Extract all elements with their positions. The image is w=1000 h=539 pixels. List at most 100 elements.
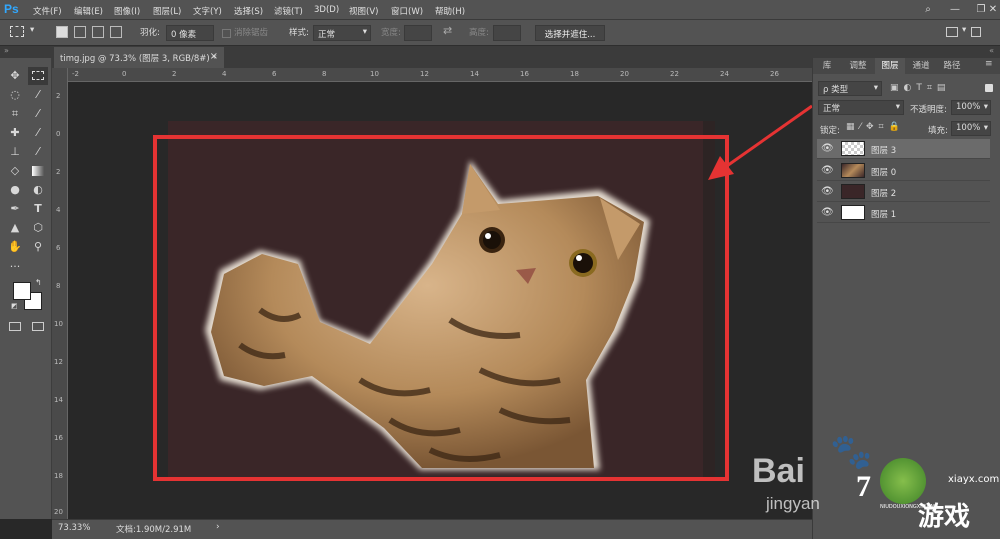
menu-help[interactable]: 帮助(H) (435, 5, 465, 17)
layer-row-1[interactable]: 👁 图层 1 (817, 203, 990, 223)
menu-type[interactable]: 文字(Y) (193, 5, 222, 17)
swap-colors-icon[interactable]: ↰ (35, 278, 42, 287)
share-icon[interactable] (971, 27, 981, 37)
select-and-mask-button[interactable]: 选择并遮住... (535, 25, 605, 41)
move-tool-icon[interactable]: ✥ (5, 67, 25, 85)
blend-mode-value: 正常 (823, 104, 841, 114)
search-icon[interactable]: ⌕ (913, 0, 943, 20)
menu-layer[interactable]: 图层(L) (153, 5, 181, 17)
ruler-tick-label: 22 (670, 70, 679, 78)
pen-tool-icon[interactable]: ✒ (5, 200, 25, 218)
ruler-tick-label: 8 (322, 70, 327, 78)
visibility-eye-icon[interactable]: 👁 (821, 207, 834, 218)
panel-tabs: 库 调整 图层 通道 路径 ≡ (813, 58, 1000, 74)
style-select[interactable]: 正常 ▾ (313, 25, 371, 41)
crop-tool-icon[interactable]: ⌗ (5, 105, 25, 123)
eraser-tool-icon[interactable]: ◇ (5, 162, 25, 180)
chevron-down-icon[interactable]: ▾ (30, 25, 34, 35)
layer-row-0[interactable]: 👁 图层 0 (817, 161, 990, 181)
close-window-icon[interactable]: ✕ (986, 0, 1000, 20)
subtract-selection-icon[interactable] (92, 26, 104, 38)
visibility-eye-icon[interactable]: 👁 (821, 186, 834, 197)
fill-label: 填充: (928, 126, 948, 136)
path-selection-tool-icon[interactable]: ▲ (5, 219, 25, 237)
history-brush-tool-icon[interactable]: ⁄ (28, 143, 48, 161)
menu-view[interactable]: 视图(V) (349, 5, 378, 17)
workspace-icon[interactable] (946, 27, 958, 37)
marquee-preset-icon[interactable] (10, 26, 24, 37)
tab-libraries[interactable]: 库 (813, 58, 841, 74)
layer-row-2[interactable]: 👁 图层 2 (817, 182, 990, 202)
close-tab-icon[interactable]: × (210, 51, 218, 62)
document-tab[interactable]: timg.jpg @ 73.3% (图层 3, RGB/8#) * × (54, 47, 224, 68)
zoom-tool-icon[interactable]: ⚲ (28, 238, 48, 256)
layer-name: 图层 3 (871, 146, 897, 156)
more-tools-icon[interactable]: ··· (5, 258, 25, 276)
filter-toggle-icon[interactable] (985, 84, 993, 92)
hand-tool-icon[interactable]: ✋ (5, 238, 25, 256)
blend-mode-select[interactable]: 正常 ▾ (818, 100, 904, 115)
tab-channels[interactable]: 通道 (906, 58, 936, 74)
quick-mask-icon[interactable] (9, 322, 21, 331)
lasso-tool-icon[interactable]: ◌ (5, 86, 25, 104)
screen-mode-icon[interactable] (32, 322, 44, 331)
brush-tool-icon[interactable]: ⁄ (28, 124, 48, 142)
menu-select[interactable]: 选择(S) (234, 5, 263, 17)
healing-brush-tool-icon[interactable]: ✚ (5, 124, 25, 142)
tab-layers[interactable]: 图层 (875, 58, 905, 74)
menu-window[interactable]: 窗口(W) (391, 5, 423, 17)
menu-3d[interactable]: 3D(D) (314, 5, 339, 15)
chevron-down-icon: ▾ (873, 83, 878, 93)
zoom-level[interactable]: 73.33% (58, 523, 90, 533)
status-menu-icon[interactable]: › (216, 522, 220, 532)
add-selection-icon[interactable] (74, 26, 86, 38)
layer-filter-icons[interactable]: ▣◐T⌗▤ (890, 83, 980, 95)
menu-image[interactable]: 图像(I) (114, 5, 140, 17)
visibility-eye-icon[interactable]: 👁 (821, 165, 834, 176)
tab-paths[interactable]: 路径 (937, 58, 967, 74)
menu-edit[interactable]: 编辑(E) (74, 5, 103, 17)
feather-input[interactable]: 0 像素 (166, 25, 214, 41)
tab-adjustments[interactable]: 调整 (842, 58, 874, 74)
menu-file[interactable]: 文件(F) (33, 5, 62, 17)
visibility-eye-icon[interactable]: 👁 (821, 143, 834, 154)
game-text: 游戏 (918, 502, 971, 532)
blur-tool-icon[interactable]: ● (5, 181, 25, 199)
dodge-tool-icon[interactable]: ◐ (28, 181, 48, 199)
lock-label: 锁定: (820, 126, 840, 136)
jingyan-text: jingyan (766, 494, 820, 513)
width-input[interactable] (404, 25, 432, 41)
baidu-paw-icon: 🐾 (830, 432, 873, 472)
fill-input[interactable]: 100% ▾ (951, 121, 991, 136)
toolbar-header: » (0, 46, 52, 58)
gradient-tool-icon[interactable] (28, 162, 48, 180)
type-tool-icon[interactable]: T (28, 200, 48, 218)
swap-icon[interactable]: ⇄ (443, 24, 452, 37)
shape-tool-icon[interactable]: ⬡ (28, 219, 48, 237)
ruler-tick-label: 4 (222, 70, 227, 78)
lock-options-icons[interactable]: ▦⁄✥⌗🔒 (846, 122, 905, 132)
layer-kind-filter[interactable]: ρ 类型 ▾ (818, 81, 882, 96)
chevron-down-icon[interactable]: ▾ (962, 25, 966, 35)
layer-row-3[interactable]: 👁 图层 3 (817, 139, 990, 159)
panel-menu-icon[interactable]: ≡ (985, 59, 993, 69)
height-input[interactable] (493, 25, 521, 41)
clone-stamp-tool-icon[interactable]: ⊥ (5, 143, 25, 161)
menu-filter[interactable]: 滤镜(T) (274, 5, 303, 17)
new-selection-icon[interactable] (56, 26, 68, 38)
opacity-value: 100% (956, 102, 981, 112)
magic-wand-tool-icon[interactable]: ⁄ (28, 86, 48, 104)
intersect-selection-icon[interactable] (110, 26, 122, 38)
fill-value: 100% (956, 123, 981, 133)
panel-dock-header: « (812, 46, 1000, 58)
opacity-input[interactable]: 100% ▾ (951, 100, 991, 115)
marquee-tool-icon[interactable] (28, 67, 48, 85)
default-colors-icon[interactable]: ◩ (11, 302, 18, 310)
antialias-checkbox[interactable] (222, 29, 231, 38)
collapse-icon[interactable]: » (4, 46, 9, 55)
foreground-color-swatch[interactable] (13, 282, 31, 300)
ruler-tick-label: 6 (56, 244, 61, 252)
eyedropper-tool-icon[interactable]: ⁄ (28, 105, 48, 123)
chevron-down-icon: ▾ (983, 102, 988, 112)
collapse-icon[interactable]: « (989, 46, 994, 55)
